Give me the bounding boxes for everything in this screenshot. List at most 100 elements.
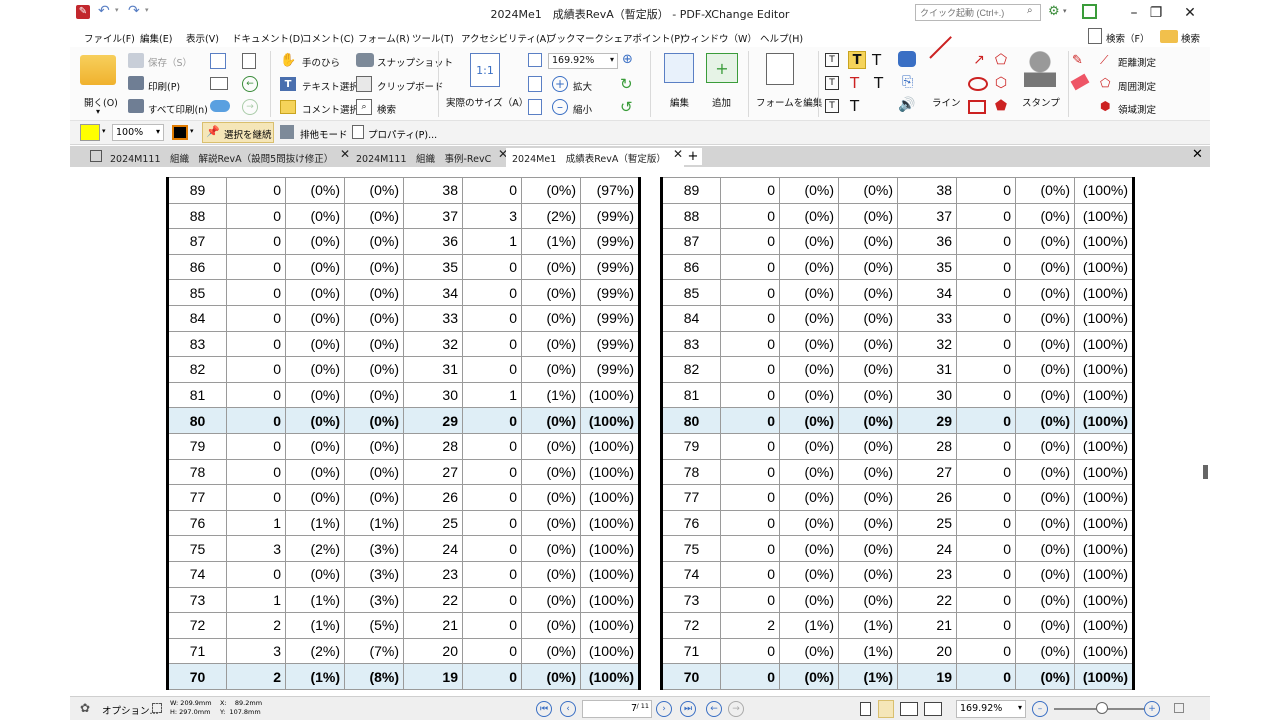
fit-width-icon[interactable]: [528, 76, 542, 92]
search-folder-button[interactable]: 検索: [1181, 31, 1200, 45]
fit-page-icon[interactable]: [528, 53, 542, 67]
menu-accessibility[interactable]: アクセシビリティ(A): [461, 31, 550, 45]
edit-form-icon[interactable]: [766, 53, 794, 85]
snapshot-icon[interactable]: [356, 53, 374, 67]
menu-window[interactable]: ウィンドウ（W）: [681, 31, 757, 45]
cloud-tool-icon[interactable]: ⬡: [992, 75, 1010, 91]
eraser-icon[interactable]: [1070, 73, 1090, 91]
print-all-button[interactable]: すべて印刷(n): [148, 102, 208, 116]
pencil-icon[interactable]: ✎: [1072, 53, 1083, 68]
perimeter-measure-button[interactable]: 周囲測定: [1118, 79, 1156, 93]
area-measure-icon[interactable]: ⬢: [1100, 99, 1110, 113]
zoom-in-button[interactable]: 拡大: [573, 79, 592, 93]
quick-launch-input[interactable]: [915, 4, 1041, 21]
menu-sharepoint[interactable]: シェアポイント(P): [604, 31, 684, 45]
hand-tool-button[interactable]: 手のひら: [302, 55, 340, 69]
add-content-icon[interactable]: +: [706, 53, 738, 83]
status-zoom-out-icon[interactable]: –: [1032, 701, 1048, 717]
oval-tool-icon[interactable]: [968, 77, 988, 91]
zoom-in-small-icon[interactable]: ⊕: [622, 52, 633, 67]
cloud-icon[interactable]: [210, 100, 230, 112]
undo-icon[interactable]: ↶: [98, 3, 110, 19]
attach-icon[interactable]: ⎘: [902, 74, 913, 90]
print-button[interactable]: 印刷(P): [148, 79, 180, 93]
email-icon[interactable]: [210, 77, 228, 90]
pentagon-tool-icon[interactable]: ⬟: [992, 98, 1010, 114]
fill-color-dropdown-icon[interactable]: ▾: [102, 127, 106, 135]
forward-icon[interactable]: →: [242, 99, 258, 115]
redo-icon[interactable]: ↷: [128, 3, 140, 19]
zoom-out-icon[interactable]: –: [552, 99, 568, 115]
tab-list-icon[interactable]: [90, 150, 102, 162]
page-number-input[interactable]: 7 / 11: [582, 700, 652, 718]
comment-select-button[interactable]: コメント選択: [302, 102, 359, 116]
previous-page-icon[interactable]: ‹: [560, 701, 576, 717]
tab-close-icon[interactable]: ✕: [673, 147, 683, 161]
menu-document[interactable]: ドキュメント(D): [232, 31, 304, 45]
insert-text-icon[interactable]: T: [825, 99, 839, 113]
print-icon[interactable]: [128, 76, 144, 90]
edit-button[interactable]: 編集: [670, 95, 689, 109]
status-zoom-select[interactable]: 169.92% ▾: [956, 700, 1026, 718]
tab-kaisetsu[interactable]: 2024M111 組織 解説RevA（設問5問抜け修正）: [104, 148, 339, 167]
exclusive-mode-icon[interactable]: [280, 125, 294, 139]
polygon-tool-icon[interactable]: ⬠: [992, 52, 1010, 68]
scrollbar-thumb[interactable]: [1203, 465, 1208, 479]
new-page-icon[interactable]: [242, 53, 256, 69]
stroke-color-swatch[interactable]: [172, 125, 188, 140]
distance-measure-icon[interactable]: ⟋: [1100, 53, 1108, 68]
stamp-button[interactable]: スタンプ: [1022, 95, 1060, 109]
line-tool-button[interactable]: ライン: [932, 95, 961, 109]
menu-view[interactable]: 表示(V): [186, 31, 219, 45]
callout-icon[interactable]: T: [825, 76, 839, 90]
menu-edit[interactable]: 編集(E): [140, 31, 172, 45]
facing-page-icon[interactable]: [900, 702, 918, 716]
options-gear-icon[interactable]: ✿: [80, 701, 90, 715]
undo-dropdown-icon[interactable]: ▾: [115, 6, 119, 14]
rectangle-tool-icon[interactable]: [968, 100, 986, 114]
continuous-page-icon[interactable]: [878, 700, 894, 718]
text-select-button[interactable]: テキスト選択: [302, 79, 359, 93]
properties-icon[interactable]: [352, 125, 364, 139]
settings-icon[interactable]: ⚙: [1048, 4, 1060, 19]
back-view-icon[interactable]: ←: [706, 701, 722, 717]
document-view[interactable]: 89 0 (0%) (0%) 38 0 (0%) (97%) 88 0 (0%) (0%) 37 3 (2%…: [70, 167, 1202, 695]
arrow-tool-icon[interactable]: ↗: [968, 52, 990, 68]
open-button[interactable]: 開く(O): [84, 95, 118, 109]
single-page-icon[interactable]: [860, 702, 871, 716]
comment-select-icon[interactable]: [280, 100, 296, 114]
save-button[interactable]: 保存（S）: [148, 55, 192, 69]
add-button[interactable]: 追加: [712, 95, 731, 109]
search-folder-icon[interactable]: [1160, 30, 1178, 43]
strikeout-icon[interactable]: T: [850, 74, 859, 92]
menu-help[interactable]: ヘルプ(H): [760, 31, 803, 45]
menu-tools[interactable]: ツール(T): [412, 31, 454, 45]
menu-form[interactable]: フォーム(R): [358, 31, 410, 45]
save-icon[interactable]: [128, 53, 144, 68]
open-folder-icon[interactable]: [80, 55, 116, 85]
menu-file[interactable]: ファイル(F): [84, 31, 135, 45]
menu-bookmarks[interactable]: ブックマーク: [547, 31, 604, 45]
zoom-slider-thumb[interactable]: [1096, 702, 1108, 714]
snapshot-button[interactable]: スナップショット: [377, 55, 453, 69]
stamp-icon[interactable]: [1024, 51, 1056, 87]
new-tab-icon[interactable]: +: [684, 148, 702, 165]
stroke-color-dropdown-icon[interactable]: ▾: [190, 127, 194, 135]
perimeter-measure-icon[interactable]: ⬠: [1100, 76, 1110, 90]
search-menu-button[interactable]: 検索（F）: [1106, 31, 1149, 45]
rotate-right-icon[interactable]: ↻: [620, 75, 633, 93]
zoom-level-select[interactable]: 169.92% ▾: [548, 53, 618, 69]
search-icon[interactable]: ⌕: [1027, 5, 1033, 16]
options-button[interactable]: オプション...: [102, 703, 159, 717]
clipboard-button[interactable]: クリップボード: [377, 79, 444, 93]
search-button[interactable]: 検索: [377, 102, 396, 116]
close-window-button[interactable]: ✕: [1170, 2, 1210, 24]
menu-comment[interactable]: コメント(C): [302, 31, 354, 45]
properties-button[interactable]: プロパティ(P)...: [368, 127, 437, 141]
tab-jirei[interactable]: 2024M111 組織 事例-RevC: [350, 148, 497, 167]
back-icon[interactable]: ←: [242, 76, 258, 92]
new-document-icon[interactable]: [210, 53, 226, 69]
next-page-icon[interactable]: ›: [656, 701, 672, 717]
last-page-icon[interactable]: ⏭: [680, 701, 696, 717]
fullscreen-icon[interactable]: [1082, 4, 1097, 19]
